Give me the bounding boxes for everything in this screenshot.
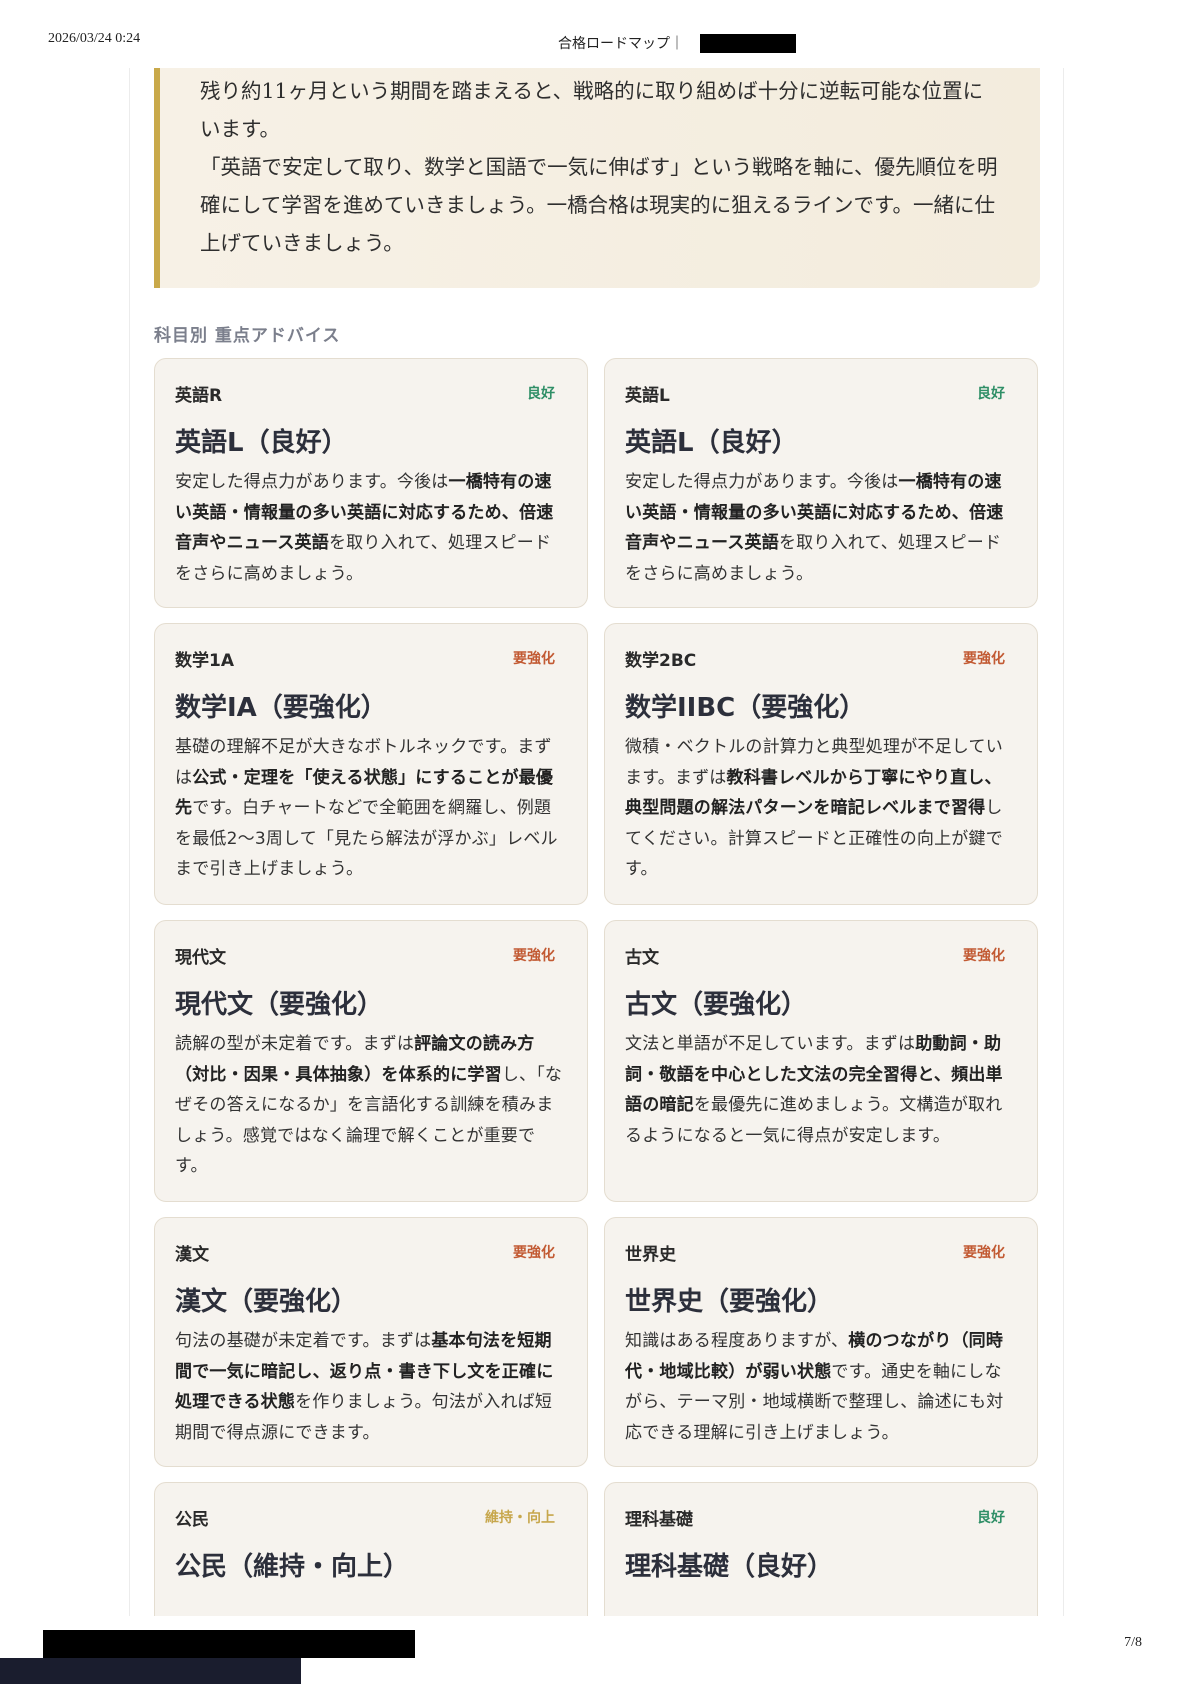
card-subject: 漢文 bbox=[175, 1244, 209, 1265]
subject-card: 漢文 要強化漢文（要強化） 句法の基礎が未定着です。まずは基本句法を短期間で一気に暗… bbox=[154, 1217, 588, 1467]
subject-card: 古文 要強化古文（要強化） 文法と単語が不足しています。まずは助動詞・助詞・敬語を中… bbox=[604, 920, 1038, 1202]
status-badge: 要強化 bbox=[513, 1245, 555, 1261]
card-body: 知識はある程度ありますが、横のつながり（同時代・地域比較）が弱い状態です。通史を… bbox=[625, 1326, 1015, 1448]
card-body-text: 句法の基礎が未定着です。まずは bbox=[175, 1331, 432, 1351]
card-body-text: 読解の型が未定着です。まずは bbox=[175, 1034, 415, 1054]
card-header: 数学1A 要強化 bbox=[175, 646, 565, 671]
card-title: 数学IIBC（要強化） bbox=[625, 693, 866, 723]
status-badge: 維持・向上 bbox=[485, 1510, 555, 1526]
subject-card: 数学1A 要強化数学IA（要強化） 基礎の理解不足が大きなボトルネックです。まずは公… bbox=[154, 623, 588, 905]
subject-card: 英語L 良好英語L（良好） 安定した得点力があります。今後は一橋特有の速い英語・情報… bbox=[604, 358, 1038, 608]
card-header: 公民 維持・向上 bbox=[175, 1505, 565, 1530]
status-badge: 良好 bbox=[977, 1510, 1005, 1526]
status-badge: 要強化 bbox=[963, 1245, 1005, 1261]
card-title: 理科基礎（良好） bbox=[625, 1552, 834, 1582]
section-title: 科目別 重点アドバイス bbox=[154, 326, 341, 346]
redaction-bar bbox=[0, 1658, 301, 1684]
card-header: 数学2BC 要強化 bbox=[625, 646, 1015, 671]
card-body-text: 安定した得点力があります。今後は bbox=[625, 472, 899, 492]
card-subject: 古文 bbox=[625, 947, 659, 968]
card-body-text: 文法と単語が不足しています。まずは bbox=[625, 1034, 916, 1054]
card-header: 現代文 要強化 bbox=[175, 943, 565, 968]
card-body: 安定した得点力があります。今後は一橋特有の速い英語・情報量の多い英語に対応するた… bbox=[625, 467, 1015, 589]
status-badge: 要強化 bbox=[963, 948, 1005, 964]
subject-card: 理科基礎 良好理科基礎（良好） bbox=[604, 1482, 1038, 1616]
status-badge: 良好 bbox=[527, 386, 555, 402]
card-body: 句法の基礎が未定着です。まずは基本句法を短期間で一気に暗記し、返り点・書き下し文… bbox=[175, 1326, 565, 1448]
print-header-title: 合格ロードマップ｜ bbox=[558, 36, 684, 52]
card-title: 現代文（要強化） bbox=[175, 990, 384, 1020]
card-body: 安定した得点力があります。今後は一橋特有の速い英語・情報量の多い英語に対応するた… bbox=[175, 467, 565, 589]
card-header: 漢文 要強化 bbox=[175, 1240, 565, 1265]
card-title: 漢文（要強化） bbox=[175, 1287, 358, 1317]
status-badge: 要強化 bbox=[963, 651, 1005, 667]
print-date: 2026/03/24 0:24 bbox=[48, 31, 141, 46]
summary-paragraph: 残り約11ヶ月という期間を踏まえると、戦略的に取り組めば十分に逆転可能な位置にい… bbox=[200, 79, 984, 141]
card-header: 世界史 要強化 bbox=[625, 1240, 1015, 1265]
card-header: 英語L 良好 bbox=[625, 381, 1015, 406]
card-header: 古文 要強化 bbox=[625, 943, 1015, 968]
subject-card: 英語R 良好英語L（良好） 安定した得点力があります。今後は一橋特有の速い英語・情報… bbox=[154, 358, 588, 608]
card-header: 英語R 良好 bbox=[175, 381, 565, 406]
card-body-text: 安定した得点力があります。今後は bbox=[175, 472, 449, 492]
subject-card: 世界史 要強化世界史（要強化） 知識はある程度ありますが、横のつながり（同時代・地域… bbox=[604, 1217, 1038, 1467]
status-badge: 要強化 bbox=[513, 651, 555, 667]
card-title: 世界史（要強化） bbox=[625, 1287, 834, 1317]
status-badge: 要強化 bbox=[513, 948, 555, 964]
card-body-text: です。白チャートなどで全範囲を網羅し、例題を最低2〜3周して「見たら解法が浮かぶ… bbox=[175, 798, 558, 879]
summary-paragraph: 「英語で安定して取り、数学と国語で一気に伸ばす」という戦略を軸に、優先順位を明確… bbox=[200, 155, 998, 255]
subject-card: 公民 維持・向上公民（維持・向上） bbox=[154, 1482, 588, 1616]
card-title: 数学IA（要強化） bbox=[175, 693, 387, 723]
card-subject: 数学2BC bbox=[625, 650, 697, 671]
card-subject: 理科基礎 bbox=[625, 1509, 693, 1530]
card-body: 文法と単語が不足しています。まずは助動詞・助詞・敬語を中心とした文法の完全習得と… bbox=[625, 1029, 1015, 1151]
card-subject: 数学1A bbox=[175, 650, 234, 671]
card-subject: 現代文 bbox=[175, 947, 226, 968]
card-title: 公民（維持・向上） bbox=[175, 1552, 410, 1582]
subject-card: 数学2BC 要強化数学IIBC（要強化） 微積・ベクトルの計算力と典型処理が不足して… bbox=[604, 623, 1038, 905]
card-title: 英語L（良好） bbox=[175, 428, 348, 458]
card-title: 古文（要強化） bbox=[625, 990, 808, 1020]
card-subject: 世界史 bbox=[625, 1244, 676, 1265]
card-subject: 公民 bbox=[175, 1509, 209, 1530]
card-body: 読解の型が未定着です。まずは評論文の読み方（対比・因果・具体抽象）を体系的に学習… bbox=[175, 1029, 565, 1182]
redaction-bar bbox=[700, 34, 796, 53]
status-badge: 良好 bbox=[977, 386, 1005, 402]
page-content: 残り約11ヶ月という期間を踏まえると、戦略的に取り組めば十分に逆転可能な位置にい… bbox=[129, 68, 1064, 1616]
card-title: 英語L（良好） bbox=[625, 428, 798, 458]
card-header: 理科基礎 良好 bbox=[625, 1505, 1015, 1530]
subject-card: 現代文 要強化現代文（要強化） 読解の型が未定着です。まずは評論文の読み方（対比・因… bbox=[154, 920, 588, 1202]
card-body: 基礎の理解不足が大きなボトルネックです。まずは公式・定理を「使える状態」にするこ… bbox=[175, 732, 565, 885]
redaction-bar bbox=[43, 1630, 415, 1658]
card-subject: 英語R bbox=[175, 385, 223, 406]
page-number: 7/8 bbox=[1124, 1635, 1142, 1650]
card-subject: 英語L bbox=[625, 385, 670, 406]
summary-callout: 残り約11ヶ月という期間を踏まえると、戦略的に取り組めば十分に逆転可能な位置にい… bbox=[154, 68, 1040, 288]
card-body-text: 知識はある程度ありますが、 bbox=[625, 1331, 849, 1351]
card-body: 微積・ベクトルの計算力と典型処理が不足しています。まずは教科書レベルから丁寧にや… bbox=[625, 732, 1015, 885]
